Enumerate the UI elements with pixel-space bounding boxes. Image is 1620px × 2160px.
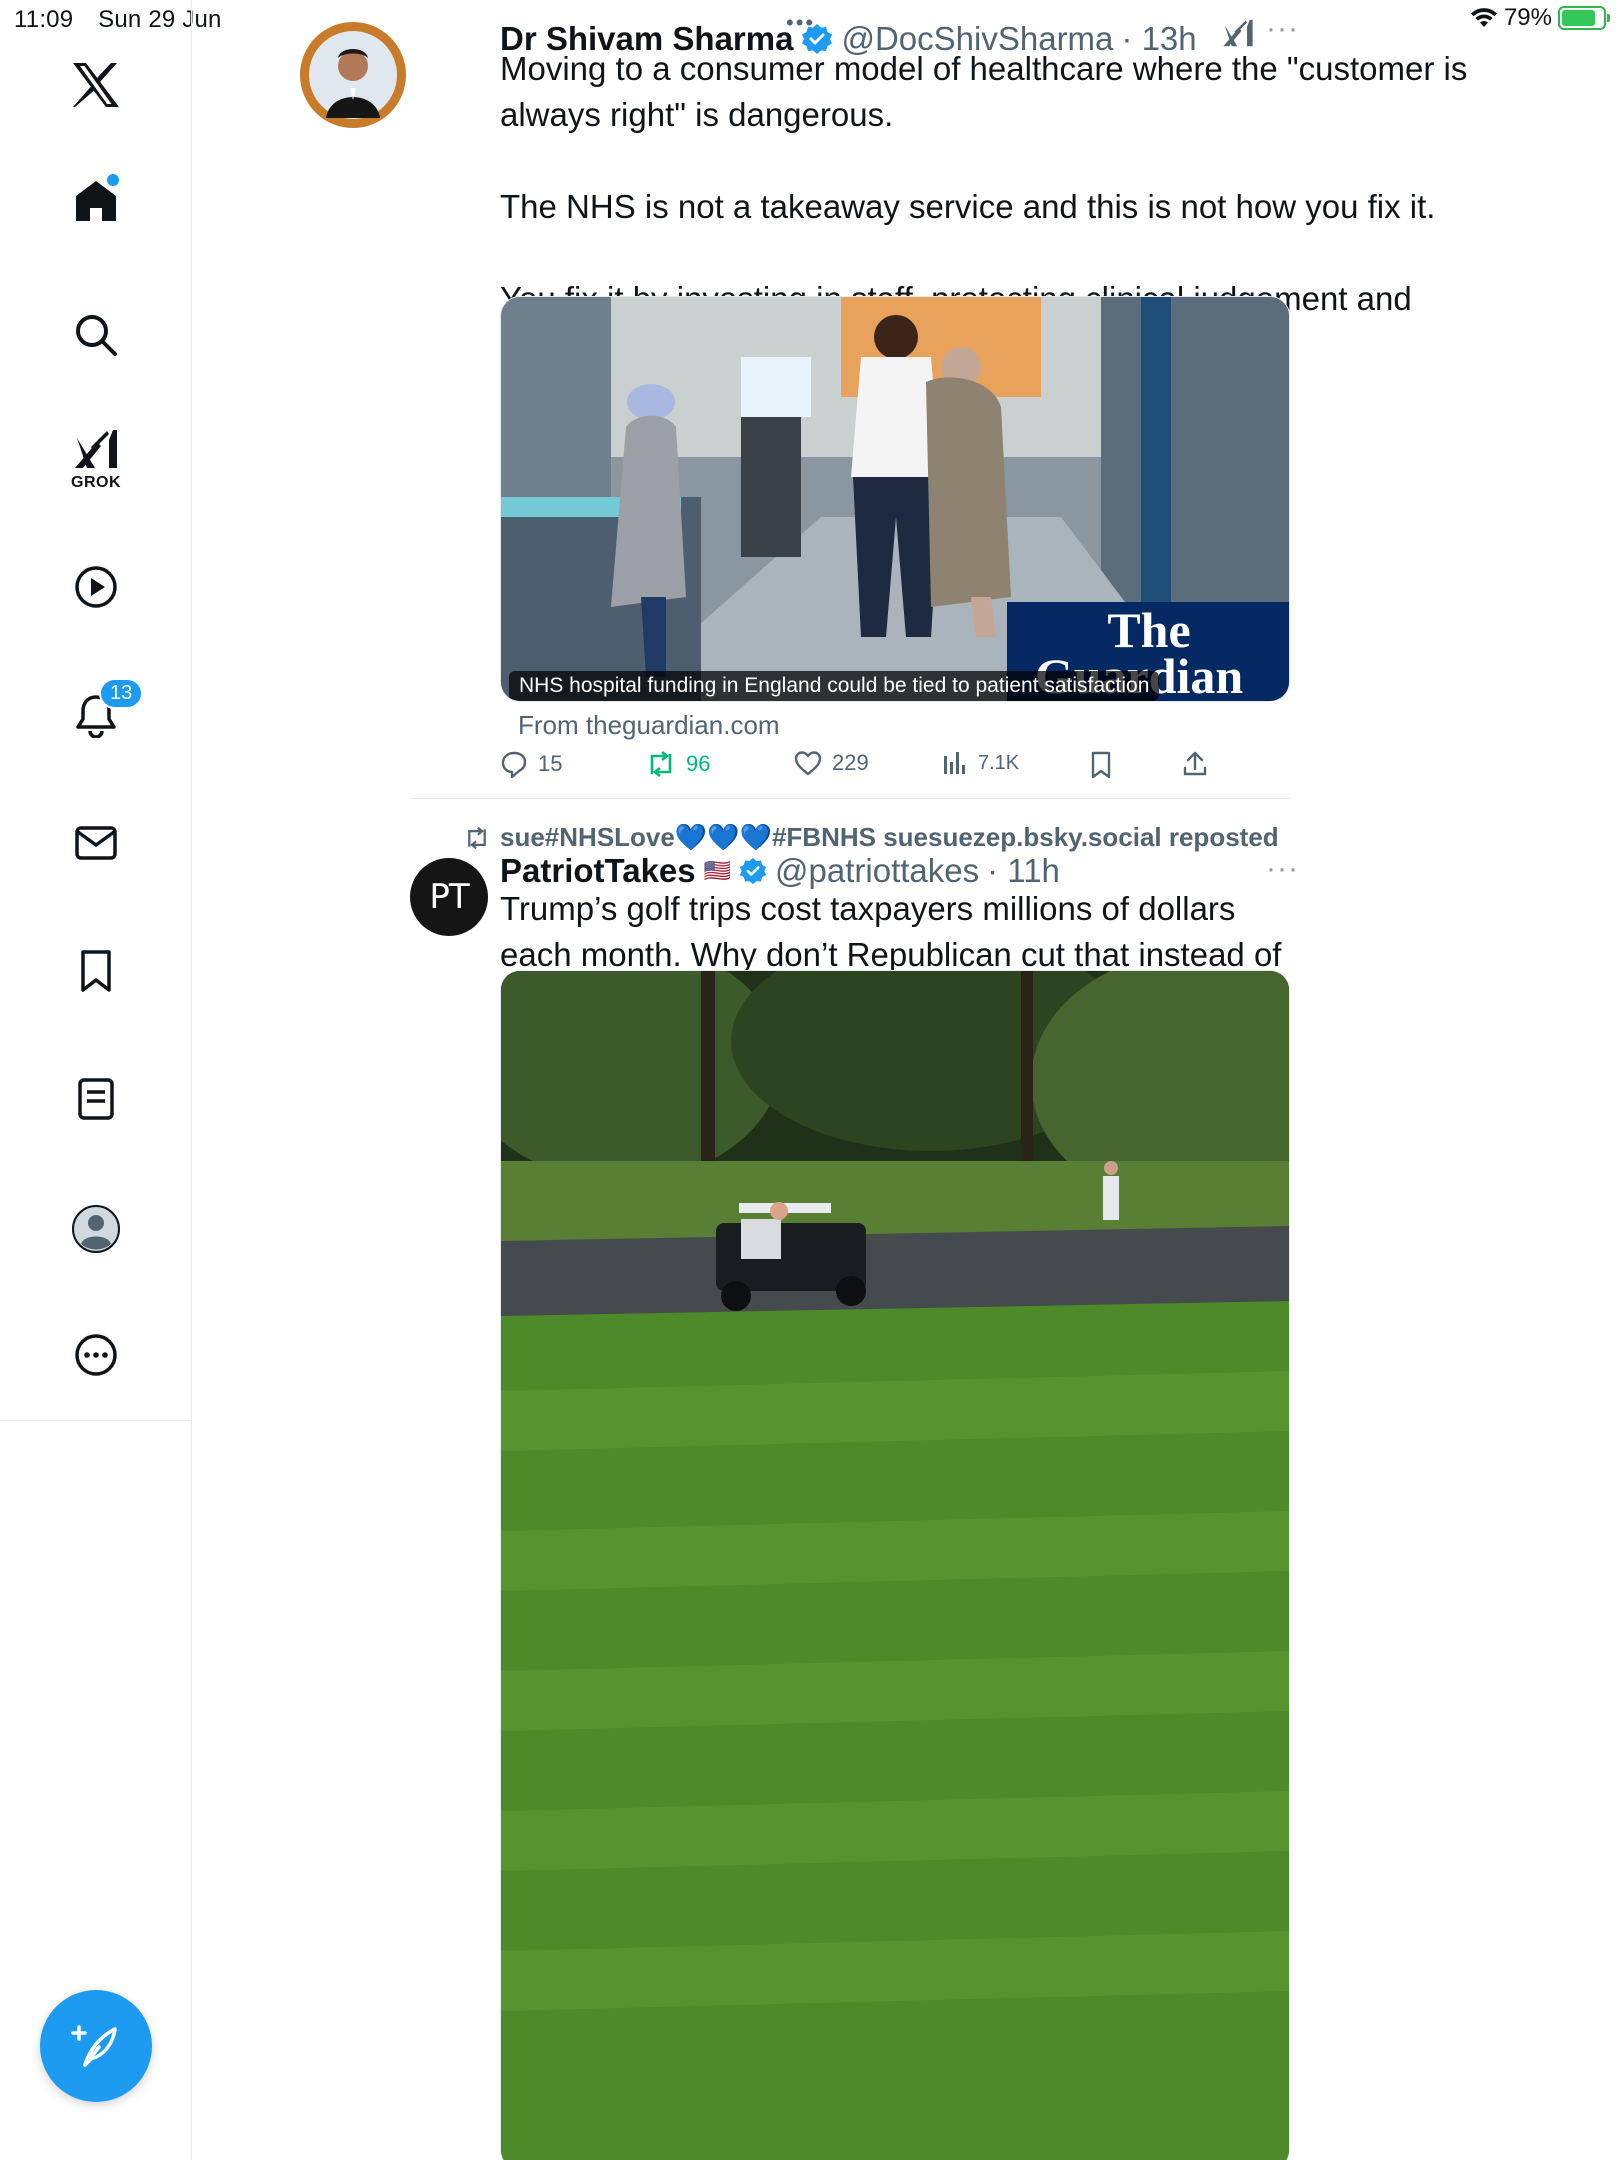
sidebar-item-more[interactable] [0,1332,192,1378]
repost-context[interactable]: sue#NHSLove💙💙💙#FBNHS suesuezep.bsky.soci… [464,822,1279,853]
envelope-icon [75,826,117,860]
like-button[interactable]: 229 [794,750,869,776]
views-button[interactable]: 7.1K [942,750,1019,776]
link-card-image[interactable]: The Guardian NHS hospital funding in Eng… [500,296,1290,702]
repost-context-text: sue#NHSLove💙💙💙#FBNHS suesuezep.bsky.soci… [500,822,1279,852]
sidebar-item-label: GROK [71,474,121,491]
hospital-corridor-photo: The Guardian [501,297,1289,701]
author-row: PatriotTakes 🇺🇸 @patriottakes · 11h [500,852,1060,890]
compose-feather-icon [71,2025,117,2067]
author-handle[interactable]: @patriottakes [775,852,979,890]
analytics-icon [944,752,965,774]
sidebar-item-grok[interactable]: GROK [0,428,192,492]
post-bookmark-icon[interactable] [1089,751,1113,779]
post-more-icon[interactable]: ··· [1266,852,1299,886]
view-count: 7.1K [978,751,1020,774]
sidebar-item-messages[interactable] [0,820,192,866]
link-card-title: NHS hospital funding in England could be… [509,671,1160,701]
repost-icon [650,750,672,778]
repost-context-icon [468,826,486,849]
author-name[interactable]: PatriotTakes [500,852,696,890]
link-card-source[interactable]: From theguardian.com [518,710,780,741]
heart-icon [794,751,822,776]
x-logo-icon [73,62,119,107]
x-logo[interactable] [0,62,192,108]
reply-count: 15 [538,751,563,776]
avatar-portrait-icon [309,31,397,119]
avatar-initials: PT [429,877,469,917]
sidebar-item-explore[interactable] [0,312,192,358]
golf-cart-video-frame [501,971,1289,2160]
list-document-icon [78,1078,114,1120]
grok-icon [75,430,117,468]
timeline-feed[interactable]: Dr Shivam Sharma @DocShivSharma · 13h ··… [192,0,1620,2160]
repost-count: 96 [686,751,711,776]
sidebar-item-home[interactable] [0,174,192,224]
bookmark-icon [81,950,111,992]
sidebar-item-notifications[interactable]: 13 [0,678,192,738]
sidebar-item-bookmarks[interactable] [0,948,192,994]
verified-badge-icon [739,857,767,885]
sidebar-item-videos[interactable] [0,564,192,610]
repost-button[interactable]: 96 [646,750,710,778]
like-count: 229 [832,750,869,775]
notification-badge: 13 [99,678,144,709]
grok-explain-icon[interactable] [1222,18,1254,48]
sidebar-item-profile[interactable] [0,1204,192,1254]
post-time[interactable]: · 11h [987,852,1060,890]
sidebar: GROK 13 [0,0,192,2160]
post-video[interactable] [500,970,1290,2160]
home-unread-dot [107,174,119,186]
sidebar-item-lists[interactable] [0,1076,192,1122]
avatar[interactable] [300,22,406,128]
reply-button[interactable]: 15 [500,750,562,778]
search-icon [76,315,117,356]
sidebar-divider [0,1420,192,1421]
share-icon[interactable] [1182,750,1208,778]
play-circle-icon [75,566,117,608]
more-circle-icon [75,1334,117,1376]
post-divider [410,798,1290,799]
post-more-icon[interactable]: ··· [1266,12,1299,46]
compose-button[interactable] [40,1990,152,2102]
avatar[interactable]: PT [410,858,488,936]
us-flag-icon: 🇺🇸 [703,858,732,883]
reply-icon [501,751,527,778]
profile-avatar-icon [72,1205,120,1253]
